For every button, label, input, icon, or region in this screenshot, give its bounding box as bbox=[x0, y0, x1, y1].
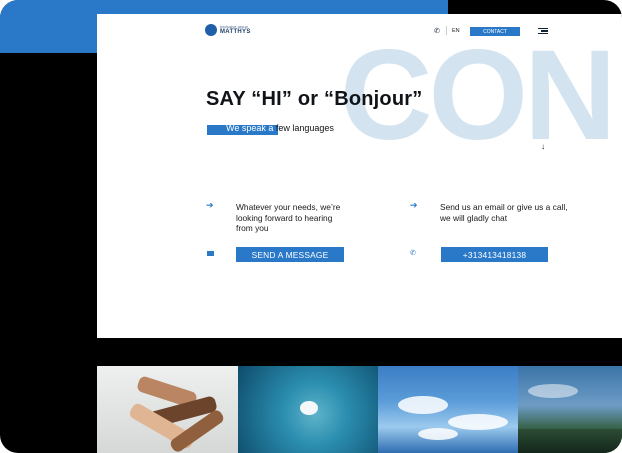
image-strip bbox=[97, 366, 622, 453]
send-message-button[interactable]: SEND A MESSAGE bbox=[236, 247, 344, 262]
phone-icon[interactable]: ✆ bbox=[434, 27, 440, 35]
website-screen: CON exclusive group MATTHYS ✆ EN CONTACT… bbox=[97, 14, 622, 338]
landscape-photo bbox=[518, 366, 622, 453]
phone-icon: ✆ bbox=[410, 250, 416, 257]
arrow-right-icon: ➔ bbox=[410, 200, 418, 210]
arrow-right-icon: ➔ bbox=[206, 200, 214, 210]
hands-photo bbox=[97, 366, 238, 453]
phone-number-button[interactable]: +313413418138 bbox=[441, 247, 548, 262]
mail-icon bbox=[207, 251, 214, 256]
page-subline: We speak a few languages bbox=[226, 123, 334, 133]
nav-divider bbox=[446, 26, 447, 35]
logo-name: MATTHYS bbox=[220, 29, 251, 35]
language-switch[interactable]: EN bbox=[452, 28, 460, 34]
page-headline: SAY “HI” or “Bonjour” bbox=[206, 88, 423, 110]
subline-highlight: We speak a bbox=[226, 123, 274, 133]
scroll-down-arrow-icon[interactable]: ↓ bbox=[541, 142, 545, 151]
device-frame: CON exclusive group MATTHYS ✆ EN CONTACT… bbox=[0, 0, 622, 453]
sky-clouds-photo bbox=[378, 366, 518, 453]
contact-left-text: Whatever your needs, we’re looking forwa… bbox=[236, 202, 341, 233]
contact-button[interactable]: CONTACT bbox=[470, 27, 520, 36]
contact-right-text: Send us an email or give us a call, we w… bbox=[440, 202, 568, 223]
logo-mark-icon bbox=[205, 24, 217, 36]
subline-rest: few languages bbox=[273, 123, 334, 133]
water-flower-photo bbox=[238, 366, 378, 453]
hamburger-menu-icon[interactable] bbox=[538, 28, 548, 35]
site-logo[interactable]: exclusive group MATTHYS bbox=[205, 24, 251, 36]
